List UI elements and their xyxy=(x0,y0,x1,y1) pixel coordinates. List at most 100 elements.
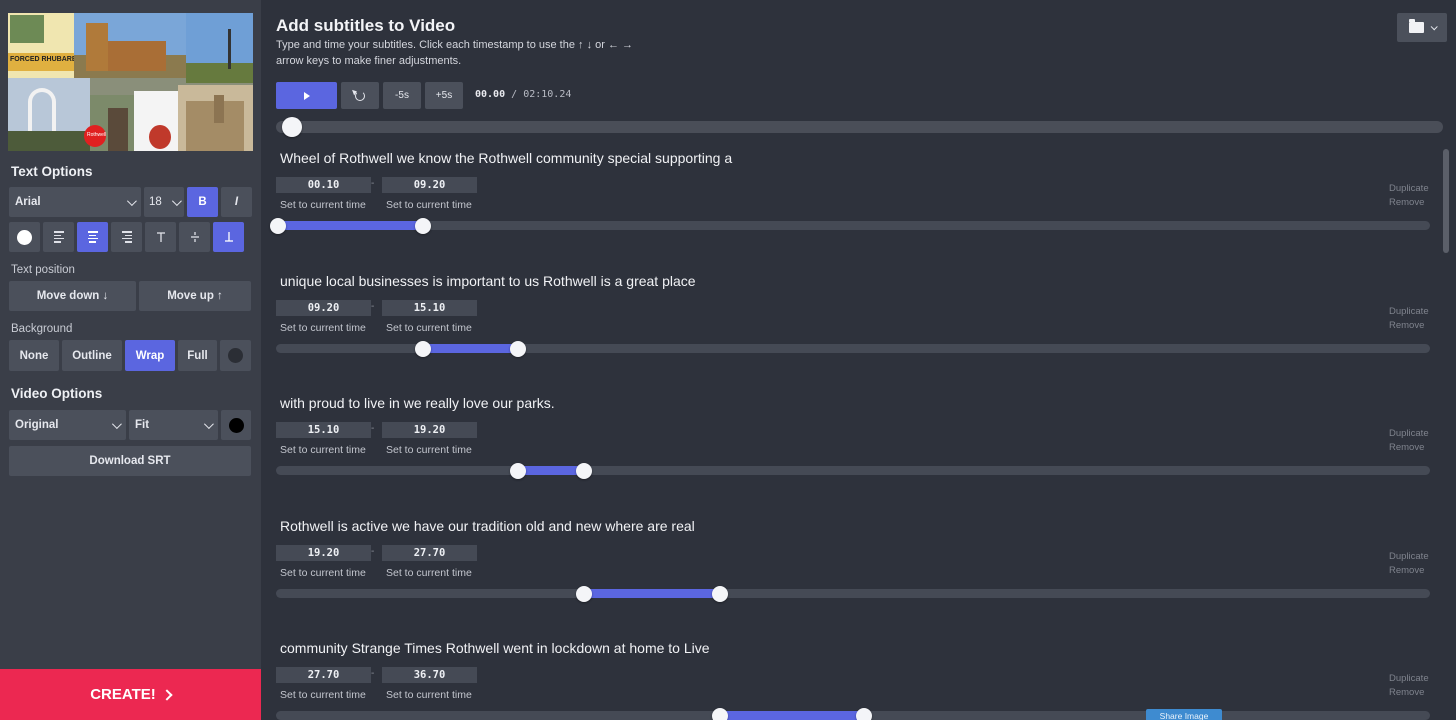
valign-middle-button[interactable] xyxy=(179,222,210,252)
set-end-current-link[interactable]: Set to current time xyxy=(386,689,472,701)
create-button[interactable]: CREATE! xyxy=(0,669,261,720)
timeline-scrubber[interactable] xyxy=(276,117,1443,137)
start-time-field[interactable]: 27.70 xyxy=(276,667,371,683)
start-time-field[interactable]: 15.10 xyxy=(276,422,371,438)
create-label: CREATE! xyxy=(90,686,156,703)
range-track[interactable] xyxy=(276,708,1430,720)
chevron-right-icon xyxy=(161,688,173,701)
playhead-handle[interactable] xyxy=(282,117,302,137)
duplicate-link[interactable]: Duplicate xyxy=(1389,306,1429,317)
set-start-current-link[interactable]: Set to current time xyxy=(280,322,366,334)
end-time-field[interactable]: 36.70 xyxy=(382,667,477,683)
end-time-field[interactable]: 09.20 xyxy=(382,177,477,193)
chevron-down-icon xyxy=(126,195,137,206)
duplicate-link[interactable]: Duplicate xyxy=(1389,673,1429,684)
video-bg-color-button[interactable] xyxy=(221,410,251,440)
set-end-current-link[interactable]: Set to current time xyxy=(386,322,472,334)
time-readout: 00.00 / 02:10.24 xyxy=(475,89,571,100)
valign-bottom-button[interactable] xyxy=(213,222,244,252)
set-start-current-link[interactable]: Set to current time xyxy=(280,444,366,456)
end-time-field[interactable]: 19.20 xyxy=(382,422,477,438)
options-panel: FORCED RHUBARB Rothwell Text Options Ari… xyxy=(0,0,261,720)
range-track[interactable] xyxy=(276,340,1430,357)
move-up-button[interactable]: Move up ↑ xyxy=(139,281,251,311)
set-end-current-link[interactable]: Set to current time xyxy=(386,567,472,579)
download-srt-button[interactable]: Download SRT xyxy=(9,446,251,476)
start-handle[interactable] xyxy=(415,340,432,357)
background-outline-button[interactable]: Outline xyxy=(62,340,122,371)
end-time-field[interactable]: 15.10 xyxy=(382,299,477,316)
set-end-current-link[interactable]: Set to current time xyxy=(386,199,472,211)
end-handle[interactable] xyxy=(575,463,592,479)
remove-link[interactable]: Remove xyxy=(1389,687,1424,698)
background-none-button[interactable]: None xyxy=(9,340,59,371)
set-end-current-link[interactable]: Set to current time xyxy=(386,444,472,456)
start-handle[interactable] xyxy=(510,463,527,479)
italic-button[interactable]: I xyxy=(221,187,252,217)
subtitle-text[interactable]: with proud to live in we really love our… xyxy=(280,395,555,411)
restart-button[interactable] xyxy=(341,82,379,109)
subtitle-text[interactable]: Rothwell is active we have our tradition… xyxy=(280,518,695,534)
start-time-field[interactable]: 09.20 xyxy=(276,299,371,316)
set-start-current-link[interactable]: Set to current time xyxy=(280,199,366,211)
align-right-button[interactable] xyxy=(111,222,142,252)
forward-5s-button[interactable]: +5s xyxy=(425,82,463,109)
start-handle[interactable] xyxy=(575,585,592,602)
scrollbar-thumb[interactable] xyxy=(1443,149,1449,253)
align-center-button[interactable] xyxy=(77,222,108,252)
subtitle-text[interactable]: community Strange Times Rothwell went in… xyxy=(280,640,710,656)
set-start-current-link[interactable]: Set to current time xyxy=(280,567,366,579)
align-left-icon xyxy=(53,231,64,243)
share-image-tag[interactable]: Share Image xyxy=(1146,709,1222,720)
background-full-button[interactable]: Full xyxy=(178,340,217,371)
range-track[interactable] xyxy=(276,585,1430,602)
duplicate-link[interactable]: Duplicate xyxy=(1389,183,1429,194)
subtitle-entry: community Strange Times Rothwell went in… xyxy=(261,633,1441,720)
range-fill xyxy=(423,343,519,353)
start-time-field[interactable]: 00.10 xyxy=(276,177,371,193)
aspect-select[interactable]: Original xyxy=(9,410,126,440)
end-handle[interactable] xyxy=(510,340,527,357)
video-thumbnail: FORCED RHUBARB Rothwell xyxy=(8,13,253,151)
move-down-button[interactable]: Move down ↓ xyxy=(9,281,136,311)
subtitle-text[interactable]: unique local businesses is important to … xyxy=(280,273,696,289)
fit-select[interactable]: Fit xyxy=(129,410,218,440)
app-root: FORCED RHUBARB Rothwell Text Options Ari… xyxy=(0,0,1456,720)
remove-link[interactable]: Remove xyxy=(1389,565,1424,576)
font-select[interactable]: Arial xyxy=(9,187,141,217)
subtitle-entry: Wheel of Rothwell we know the Rothwell c… xyxy=(261,143,1441,265)
project-menu-button[interactable] xyxy=(1397,13,1447,42)
end-handle[interactable] xyxy=(856,708,873,720)
bold-button[interactable]: B xyxy=(187,187,218,217)
set-start-current-link[interactable]: Set to current time xyxy=(280,689,366,701)
remove-link[interactable]: Remove xyxy=(1389,442,1424,453)
font-size-select[interactable]: 18 xyxy=(144,187,184,217)
align-left-button[interactable] xyxy=(43,222,74,252)
duplicate-link[interactable]: Duplicate xyxy=(1389,428,1429,439)
time-range-dash: - xyxy=(371,178,375,189)
duplicate-link[interactable]: Duplicate xyxy=(1389,551,1429,562)
back-5s-button[interactable]: -5s xyxy=(383,82,421,109)
remove-link[interactable]: Remove xyxy=(1389,197,1424,208)
start-time-field[interactable]: 19.20 xyxy=(276,544,371,561)
background-color-button[interactable] xyxy=(220,340,251,371)
background-wrap-button[interactable]: Wrap xyxy=(125,340,175,371)
play-button[interactable] xyxy=(276,82,337,109)
start-handle[interactable] xyxy=(711,708,728,720)
range-fill xyxy=(277,221,424,230)
end-handle[interactable] xyxy=(415,218,432,234)
vertical-scrollbar[interactable] xyxy=(1442,145,1451,720)
align-right-icon xyxy=(121,231,132,243)
subtitle-text[interactable]: Wheel of Rothwell we know the Rothwell c… xyxy=(280,150,732,166)
start-handle[interactable] xyxy=(269,218,286,234)
end-time-field[interactable]: 27.70 xyxy=(382,544,477,561)
range-track[interactable] xyxy=(269,218,1430,234)
fit-select-value: Fit xyxy=(135,419,150,431)
time-range-dash: - xyxy=(371,423,375,434)
valign-top-button[interactable] xyxy=(145,222,176,252)
range-track[interactable] xyxy=(276,463,1430,479)
remove-link[interactable]: Remove xyxy=(1389,320,1424,331)
subtitle-entry: with proud to live in we really love our… xyxy=(261,388,1441,510)
text-color-button[interactable] xyxy=(9,222,40,252)
end-handle[interactable] xyxy=(711,585,728,602)
